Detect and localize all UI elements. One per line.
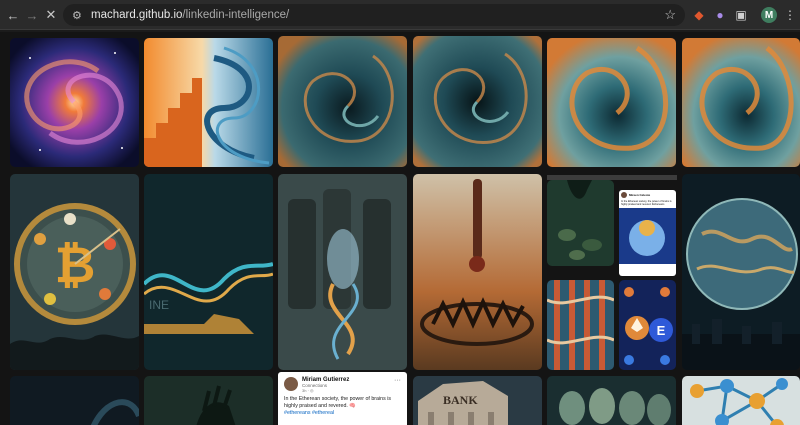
wave-field-image[interactable]: INE — [144, 174, 273, 370]
ethereum-coins-image[interactable]: E — [619, 280, 676, 370]
spiral-orange-image[interactable] — [547, 38, 676, 167]
avatar[interactable]: M — [761, 7, 777, 23]
spiral-teal-image-2[interactable] — [413, 36, 542, 167]
masks-image[interactable] — [547, 376, 676, 425]
hand-stones-image[interactable] — [547, 180, 614, 266]
image-gallery: ₿ INE Mireen Celeste In the Etherean soc… — [0, 32, 800, 425]
linkedin-post-card[interactable]: Miriam Gutierrez Connections 3h · ◎ ··· … — [278, 372, 407, 425]
tile-top-bar — [547, 175, 677, 180]
spy-icon[interactable]: ● — [711, 6, 729, 24]
star-icon[interactable]: ☆ — [664, 7, 676, 23]
bitcoin-clock-image[interactable]: ₿ — [10, 174, 139, 370]
linkedin-post-thumbnail[interactable]: Mireen Celeste In the Etherean society, … — [619, 190, 676, 276]
bank-building-image[interactable]: BANK — [413, 376, 542, 425]
spiral-orange-image-2[interactable] — [682, 38, 800, 167]
globe-city-image[interactable] — [682, 174, 800, 370]
network-graph-image[interactable] — [682, 376, 800, 425]
dark-wave-image[interactable] — [10, 376, 139, 425]
spiral-teal-image[interactable] — [278, 36, 407, 167]
arrow-right-icon[interactable]: → — [23, 6, 41, 24]
arrow-left-icon[interactable]: ← — [4, 6, 22, 24]
post-author: Mireen Celeste — [629, 193, 651, 197]
url-host: machard.github.io — [91, 9, 183, 21]
galaxy-image[interactable] — [10, 38, 139, 167]
statues-spirit-image[interactable] — [278, 174, 407, 370]
pattern-swirl-image[interactable] — [547, 280, 614, 370]
puzzle-icon[interactable]: ▣ — [732, 6, 750, 24]
green-hand-image[interactable] — [144, 376, 273, 425]
browser-toolbar: ← → ✕ ⚙ machard.github.io/linkedin-intel… — [0, 0, 800, 30]
svg-text:INE: INE — [149, 298, 169, 312]
post-tags[interactable]: #ethereans #ethereal — [284, 410, 401, 417]
maple-leaf-icon[interactable]: ◆ — [690, 6, 708, 24]
more-horiz-icon[interactable]: ··· — [394, 377, 401, 384]
bank-sign: BANK — [443, 393, 478, 407]
avatar — [621, 192, 627, 198]
thermometer-dance-image[interactable] — [413, 174, 542, 370]
post-body: In the Etherean society, the power of br… — [284, 396, 392, 409]
post-meta: 3h · ◎ — [302, 388, 314, 393]
stairs-wave-image[interactable] — [144, 38, 273, 167]
glowing-face-image — [619, 208, 676, 264]
address-bar[interactable]: ⚙ machard.github.io/linkedin-intelligenc… — [63, 4, 685, 26]
url-text[interactable]: machard.github.io/linkedin-intelligence/ — [91, 9, 289, 21]
more-vert-icon[interactable]: ⋮ — [781, 6, 799, 24]
coin-letter: E — [657, 323, 666, 338]
avatar — [284, 377, 298, 391]
url-path: /linkedin-intelligence/ — [182, 9, 290, 21]
post-line: highly praised and revered. #ethereans — [621, 203, 665, 206]
svg-text:₿: ₿ — [55, 237, 96, 293]
close-icon[interactable]: ✕ — [42, 6, 60, 24]
tune-icon[interactable]: ⚙ — [72, 9, 84, 22]
